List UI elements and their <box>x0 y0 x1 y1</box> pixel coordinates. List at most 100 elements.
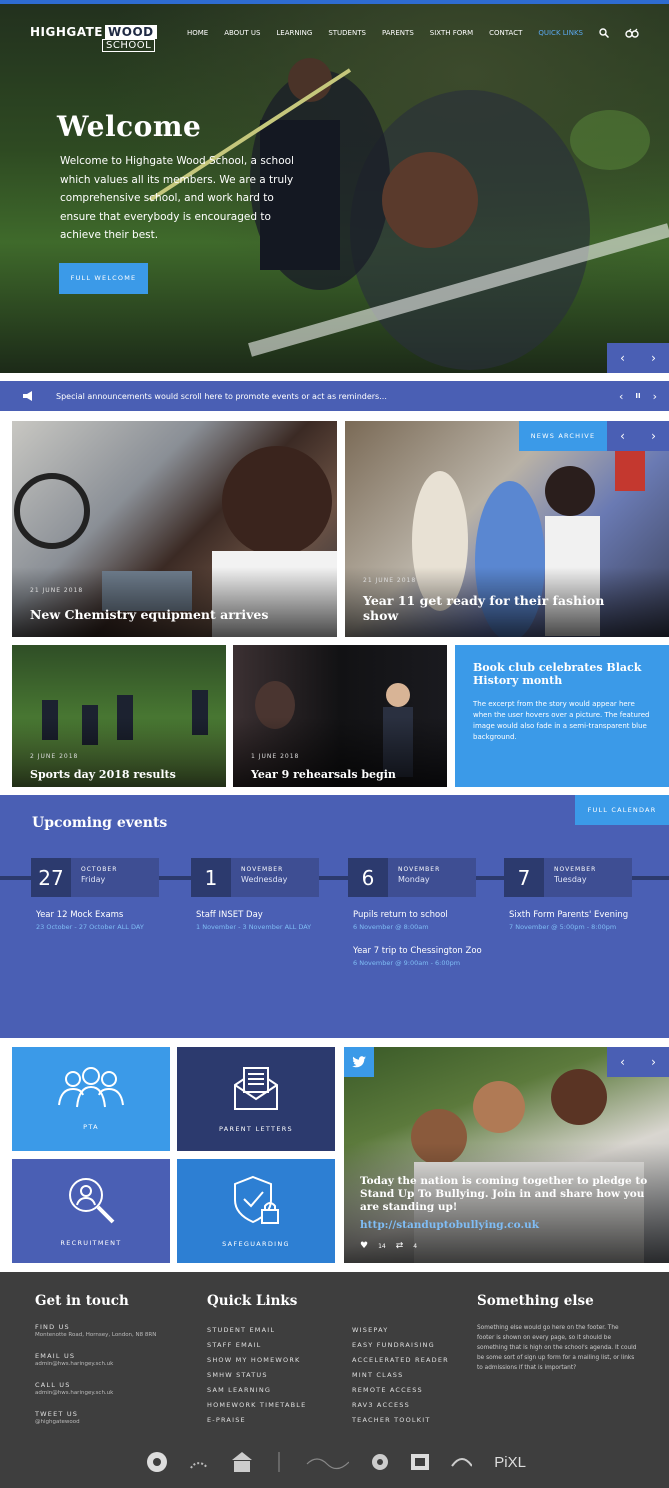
top-accent-bar <box>0 0 669 4</box>
chevron-left-icon[interactable]: ‹ <box>620 1055 625 1069</box>
event-title: Pupils return to school <box>353 910 448 920</box>
tile-safeguarding[interactable]: SAFEGUARDING <box>177 1159 335 1263</box>
divider-logo-icon[interactable] <box>275 1452 283 1472</box>
announcement-bar: Special announcements would scroll here … <box>0 381 669 411</box>
footer-link[interactable]: RAV3 ACCESS <box>352 1398 449 1413</box>
nav-students[interactable]: STUDENTS <box>328 29 366 37</box>
event-month: NOVEMBER <box>241 866 284 873</box>
logo-word: HIGHGATE <box>30 25 103 39</box>
magnifier-person-icon <box>69 1178 115 1224</box>
arc-logo-icon[interactable] <box>189 1452 208 1472</box>
chevron-left-icon[interactable]: ‹ <box>620 351 625 365</box>
square-logo-icon[interactable] <box>410 1453 430 1471</box>
nav-learning[interactable]: LEARNING <box>276 29 312 37</box>
twitter-card[interactable]: ‹ › Today the nation is coming together … <box>344 1047 669 1263</box>
hero-text: Welcome to Highgate Wood School, a schoo… <box>60 155 294 241</box>
event-item[interactable]: Year 7 trip to Chessington Zoo 6 Novembe… <box>353 946 503 967</box>
contact-value[interactable]: Montenotte Road, Hornsey, London, N8 8RN <box>35 1332 185 1338</box>
news-card-featured[interactable]: Book club celebrates Black History month… <box>455 645 669 787</box>
event-item[interactable]: Sixth Form Parents' Evening 7 November @… <box>509 910 669 931</box>
footer-link[interactable]: HOMEWORK TIMETABLE <box>207 1398 306 1413</box>
tile-pta[interactable]: PTA <box>12 1047 170 1151</box>
footer-link[interactable]: STAFF EMAIL <box>207 1338 306 1353</box>
news-excerpt: The excerpt from the story would appear … <box>473 700 650 741</box>
news-title: Year 9 rehearsals begin <box>251 768 396 781</box>
nav-home[interactable]: HOME <box>187 29 208 37</box>
heart-icon[interactable]: ♥ <box>360 1241 368 1251</box>
full-calendar-button[interactable]: FULL CALENDAR <box>575 795 669 825</box>
accessibility-icon[interactable] <box>625 28 639 38</box>
news-archive-button[interactable]: NEWS ARCHIVE <box>519 421 607 451</box>
tile-label: RECRUITMENT <box>60 1239 122 1247</box>
event-weekday: Tuesday <box>554 875 587 884</box>
event-month-box: NOVEMBER Wednesday <box>231 858 319 897</box>
people-icon <box>58 1067 124 1108</box>
tile-label: PTA <box>83 1123 99 1131</box>
circle-logo-icon[interactable] <box>371 1453 388 1471</box>
nav-contact[interactable]: CONTACT <box>489 29 522 37</box>
news-date: 21 JUNE 2018 <box>30 587 84 594</box>
school-logo[interactable]: HIGHGATE WOOD SCHOOL <box>30 25 157 52</box>
quick-links-col1: STUDENT EMAIL STAFF EMAIL SHOW MY HOMEWO… <box>207 1323 306 1428</box>
footer-else-heading: Something else <box>477 1293 594 1309</box>
pause-icon[interactable]: II <box>635 390 640 403</box>
footer-link[interactable]: ACCELERATED READER <box>352 1353 449 1368</box>
contact-item: CALL US admin@hws.haringey.sch.uk <box>35 1380 185 1409</box>
chevron-right-icon[interactable]: › <box>651 429 656 443</box>
nav-parents[interactable]: PARENTS <box>382 29 414 37</box>
nav-quick-links[interactable]: QUICK LINKS <box>538 29 583 37</box>
news-card[interactable]: NEWS ARCHIVE ‹ › 21 JUNE 2018 Year 11 ge… <box>345 421 669 637</box>
event-title: Sixth Form Parents' Evening <box>509 910 629 920</box>
chevron-right-icon[interactable]: › <box>653 390 657 403</box>
footer-link[interactable]: SHOW MY HOMEWORK <box>207 1353 306 1368</box>
partner-logos: PiXL <box>146 1448 526 1476</box>
news-card[interactable]: 21 JUNE 2018 New Chemistry equipment arr… <box>12 421 337 637</box>
footer-link[interactable]: REMOTE ACCESS <box>352 1383 449 1398</box>
flower-logo-icon[interactable] <box>146 1451 167 1473</box>
building-logo-icon[interactable] <box>230 1450 253 1474</box>
event-month: NOVEMBER <box>398 866 441 873</box>
contact-value[interactable]: admin@hws.haringey.sch.uk <box>35 1390 185 1396</box>
chevron-right-icon[interactable]: › <box>651 1055 656 1069</box>
chevron-right-icon[interactable]: › <box>651 351 656 365</box>
news-date: 2 JUNE 2018 <box>30 753 79 760</box>
twitter-icon <box>352 1056 366 1068</box>
footer-link[interactable]: EASY FUNDRAISING <box>352 1338 449 1353</box>
tile-recruitment[interactable]: RECRUITMENT <box>12 1159 170 1263</box>
search-icon[interactable] <box>599 28 609 38</box>
wave-logo-icon[interactable] <box>451 1454 473 1470</box>
event-item[interactable]: Year 12 Mock Exams 23 October - 27 Octob… <box>36 910 191 931</box>
script-logo-icon[interactable] <box>305 1452 349 1472</box>
footer-link[interactable]: TEACHER TOOLKIT <box>352 1413 449 1428</box>
pixl-logo[interactable]: PiXL <box>494 1454 526 1471</box>
tile-parent-letters[interactable]: PARENT LETTERS <box>177 1047 335 1151</box>
event-weekday: Wednesday <box>241 875 288 884</box>
footer-link[interactable]: E-PRAISE <box>207 1413 306 1428</box>
event-item[interactable]: Pupils return to school 6 November @ 8:0… <box>353 910 503 931</box>
footer-link[interactable]: SAM LEARNING <box>207 1383 306 1398</box>
news-card[interactable]: 1 JUNE 2018 Year 9 rehearsals begin <box>233 645 447 787</box>
news-card[interactable]: 2 JUNE 2018 Sports day 2018 results <box>12 645 226 787</box>
retweet-icon[interactable]: ⇄ <box>396 1241 404 1251</box>
nav-about-us[interactable]: ABOUT US <box>224 29 260 37</box>
chevron-left-icon[interactable]: ‹ <box>619 390 623 403</box>
event-title: Staff INSET Day <box>196 910 263 920</box>
chevron-left-icon[interactable]: ‹ <box>620 429 625 443</box>
contact-value[interactable]: admin@hws.haringey.sch.uk <box>35 1361 185 1367</box>
contact-item: EMAIL US admin@hws.haringey.sch.uk <box>35 1351 185 1380</box>
event-time: 1 November - 3 November ALL DAY <box>196 923 312 931</box>
tweet-link[interactable]: http://standuptobullying.co.uk <box>360 1219 539 1231</box>
footer-link[interactable]: WISEPAY <box>352 1323 449 1338</box>
event-day: 7 <box>504 858 544 897</box>
full-welcome-button[interactable]: FULL WELCOME <box>59 263 148 294</box>
event-item[interactable]: Staff INSET Day 1 November - 3 November … <box>196 910 346 931</box>
footer-link[interactable]: MINT CLASS <box>352 1368 449 1383</box>
contact-value[interactable]: @highgatewood <box>35 1419 185 1425</box>
hero-slider-controls: ‹ › <box>607 343 669 373</box>
nav-sixth-form[interactable]: SIXTH FORM <box>430 29 473 37</box>
news-title: Year 11 get ready for their fashion show <box>363 593 605 623</box>
event-time: 7 November @ 5:00pm - 8:00pm <box>509 923 617 931</box>
footer-link[interactable]: SMHW STATUS <box>207 1368 306 1383</box>
footer-link[interactable]: STUDENT EMAIL <box>207 1323 306 1338</box>
event-day: 6 <box>348 858 388 897</box>
